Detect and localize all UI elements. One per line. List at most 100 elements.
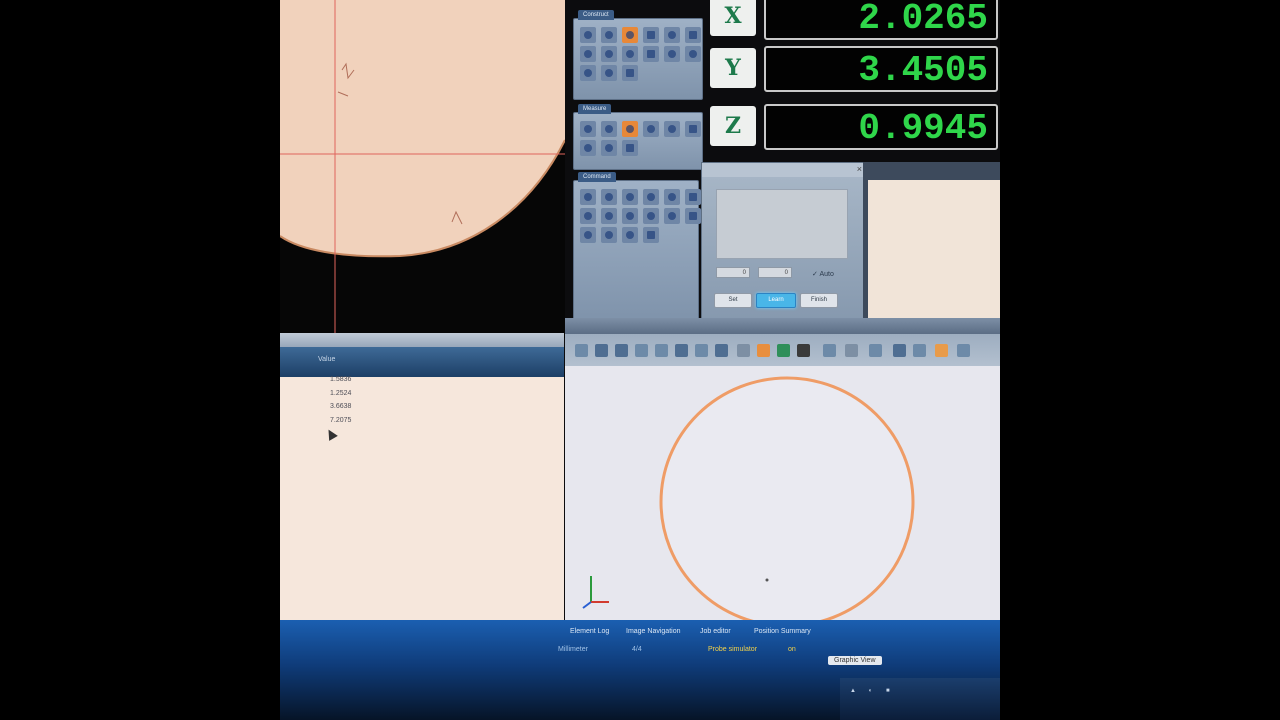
cmd-cone-icon[interactable] [664, 208, 680, 224]
auto-checkbox[interactable]: ✓ Auto [812, 270, 834, 278]
dro-z-value: 0.9945 [764, 104, 998, 150]
tab-element-log[interactable]: Element Log [570, 628, 609, 635]
tab-job-editor[interactable]: Job editor [700, 628, 731, 635]
cmd-block-icon[interactable] [643, 227, 659, 243]
settings-icon[interactable] [893, 344, 906, 357]
cylinder-tool-icon[interactable] [643, 46, 659, 62]
rotate-icon[interactable] [575, 344, 588, 357]
diamond-tool-icon[interactable] [622, 46, 638, 62]
cmd-height-icon[interactable] [601, 208, 617, 224]
print-icon[interactable] [797, 344, 810, 357]
highlight-icon[interactable] [935, 344, 948, 357]
cmd-pin-icon[interactable] [580, 227, 596, 243]
page-indicator: 4/4 [632, 646, 642, 653]
image-canvas[interactable] [868, 180, 1000, 338]
dialog-header[interactable] [702, 163, 866, 177]
measure-title: Measure [578, 104, 612, 114]
learn-button[interactable]: Learn [756, 293, 796, 308]
measured-circle[interactable] [659, 376, 915, 628]
rectangle-tool-icon[interactable] [685, 27, 701, 43]
measure-tools [580, 121, 701, 156]
circle-tool-icon[interactable] [622, 27, 638, 43]
tab-image-navigation[interactable]: Image Navigation [626, 628, 680, 635]
edge-detect-tool-icon[interactable] [622, 121, 638, 137]
camera-view[interactable] [280, 0, 565, 338]
ellipse-tool-icon[interactable] [664, 27, 680, 43]
zoom-in-icon[interactable] [635, 344, 648, 357]
axis-z-icon [582, 601, 592, 609]
result-value: 7.2075 [330, 416, 352, 424]
arc-tool-icon[interactable] [643, 27, 659, 43]
cmd-distance-icon[interactable] [580, 208, 596, 224]
cmd-arc-icon[interactable] [643, 189, 659, 205]
distance-tool-icon[interactable] [601, 65, 617, 81]
cmd-cylinder-icon[interactable] [685, 208, 701, 224]
zoom-out-icon[interactable] [655, 344, 668, 357]
image-panel-header[interactable] [863, 162, 1000, 176]
probe-simulator-status: Probe simulator [708, 646, 758, 653]
set-button[interactable]: Set [714, 293, 752, 308]
dro-z-label[interactable]: Z [710, 106, 756, 146]
cmd-gap-icon[interactable] [601, 227, 617, 243]
pan-icon[interactable] [595, 344, 608, 357]
part-edge [280, 0, 565, 257]
status-taskbar: Element Log Image Navigation Job editor … [280, 620, 1000, 720]
close-view-icon[interactable] [957, 344, 970, 357]
tab-position-summary[interactable]: Position Summary [754, 628, 811, 635]
focus-tool-icon[interactable] [643, 121, 659, 137]
close-icon[interactable]: × [857, 164, 862, 174]
select-all-icon[interactable] [823, 344, 836, 357]
value-column-header[interactable]: Value [318, 356, 335, 363]
color-icon[interactable] [777, 344, 790, 357]
point-tool-icon[interactable] [580, 27, 596, 43]
snap-icon[interactable] [757, 344, 770, 357]
label-icon[interactable] [869, 344, 882, 357]
view-side-icon[interactable] [715, 344, 728, 357]
cmd-ellipse-icon[interactable] [664, 189, 680, 205]
line-tool-icon[interactable] [601, 27, 617, 43]
angle-tool-icon[interactable] [622, 65, 638, 81]
battery-icon[interactable]: ■ [886, 688, 890, 694]
dro-y-row: Y 3.4505 [710, 44, 1000, 96]
dro-x-value: 2.0265 [764, 0, 998, 40]
tab-graphic-view[interactable]: Graphic View [828, 656, 882, 665]
network-icon[interactable]: ▲ [850, 688, 856, 694]
torus-tool-icon[interactable] [685, 46, 701, 62]
finish-button[interactable]: Finish [800, 293, 838, 308]
light-tool-icon[interactable] [601, 140, 617, 156]
select-tool-icon[interactable] [580, 121, 596, 137]
measure-box-tool-icon[interactable] [685, 121, 701, 137]
slot-tool-icon[interactable] [580, 65, 596, 81]
scan-tool-icon[interactable] [580, 140, 596, 156]
spin-input-2[interactable]: 0 [758, 267, 792, 278]
dro-y-label[interactable]: Y [710, 48, 756, 88]
graphic-canvas [582, 376, 915, 628]
sphere-tool-icon[interactable] [601, 46, 617, 62]
cone-tool-icon[interactable] [664, 46, 680, 62]
plane-tool-icon[interactable] [580, 46, 596, 62]
graphic-view[interactable] [565, 318, 1000, 663]
cmd-circle-icon[interactable] [622, 189, 638, 205]
view-front-icon[interactable] [695, 344, 708, 357]
dro-x-label[interactable]: X [710, 0, 756, 36]
cmd-slot-icon[interactable] [643, 208, 659, 224]
volume-icon[interactable]: ◖ [868, 688, 872, 694]
cmd-sphere-icon[interactable] [622, 208, 638, 224]
cmd-gear-icon[interactable] [622, 227, 638, 243]
dro-y-value: 3.4505 [764, 46, 998, 92]
view-top-icon[interactable] [675, 344, 688, 357]
grid-icon[interactable] [737, 344, 750, 357]
zoom-tool-icon[interactable] [664, 121, 680, 137]
layers-icon[interactable] [913, 344, 926, 357]
laser-tool-icon[interactable] [622, 140, 638, 156]
result-value: 3.6638 [330, 403, 352, 410]
measure-icon[interactable] [845, 344, 858, 357]
cmd-line-icon[interactable] [601, 189, 617, 205]
probe-tool-icon[interactable] [601, 121, 617, 137]
fit-icon[interactable] [615, 344, 628, 357]
cmd-rectangle-icon[interactable] [685, 189, 701, 205]
command-toolbox: Command [573, 172, 701, 322]
mouse-pointer-icon [324, 427, 338, 441]
cmd-point-icon[interactable] [580, 189, 596, 205]
spin-input-1[interactable]: 0 [716, 267, 750, 278]
